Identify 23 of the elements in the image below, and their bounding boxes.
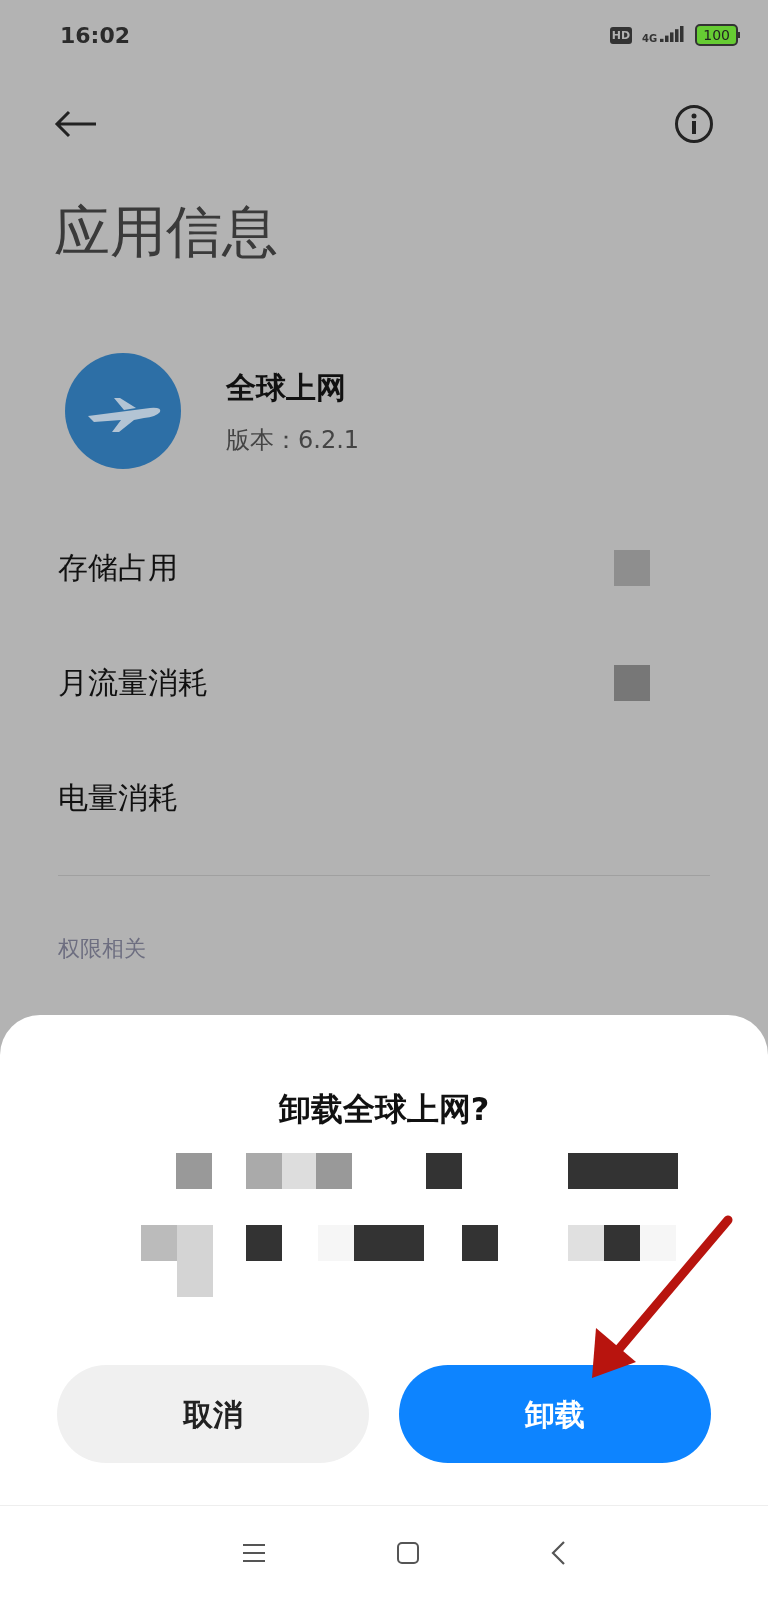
menu-icon[interactable] <box>242 1543 266 1563</box>
section-header: 权限相关 <box>57 935 147 963</box>
status-time: 16:02 <box>60 21 131 50</box>
cancel-button[interactable]: 取消 <box>57 1365 369 1463</box>
settings-row-label[interactable]: 存储占用 <box>58 545 178 590</box>
back-icon[interactable] <box>550 1540 566 1566</box>
back-arrow-icon[interactable] <box>54 110 98 138</box>
app-icon <box>64 352 182 470</box>
signal-icon <box>659 26 686 44</box>
uninstall-button[interactable]: 卸载 <box>399 1365 711 1463</box>
info-icon[interactable] <box>674 104 714 144</box>
redaction-mosaic <box>614 549 650 586</box>
app-name: 全球上网 <box>226 368 347 407</box>
settings-row-label[interactable]: 月流量消耗 <box>58 660 208 705</box>
dialog-title: 卸载全球上网? <box>278 1089 490 1130</box>
page-title: 应用信息 <box>53 198 279 266</box>
battery-indicator: 100 <box>695 24 740 46</box>
hd-badge: HD <box>609 26 633 44</box>
network-type: 4G <box>642 34 658 44</box>
home-icon[interactable] <box>396 1541 420 1565</box>
settings-row-label[interactable]: 电量消耗 <box>58 775 178 820</box>
redaction-mosaic <box>614 664 650 701</box>
app-version: 版本：6.2.1 <box>226 424 360 456</box>
